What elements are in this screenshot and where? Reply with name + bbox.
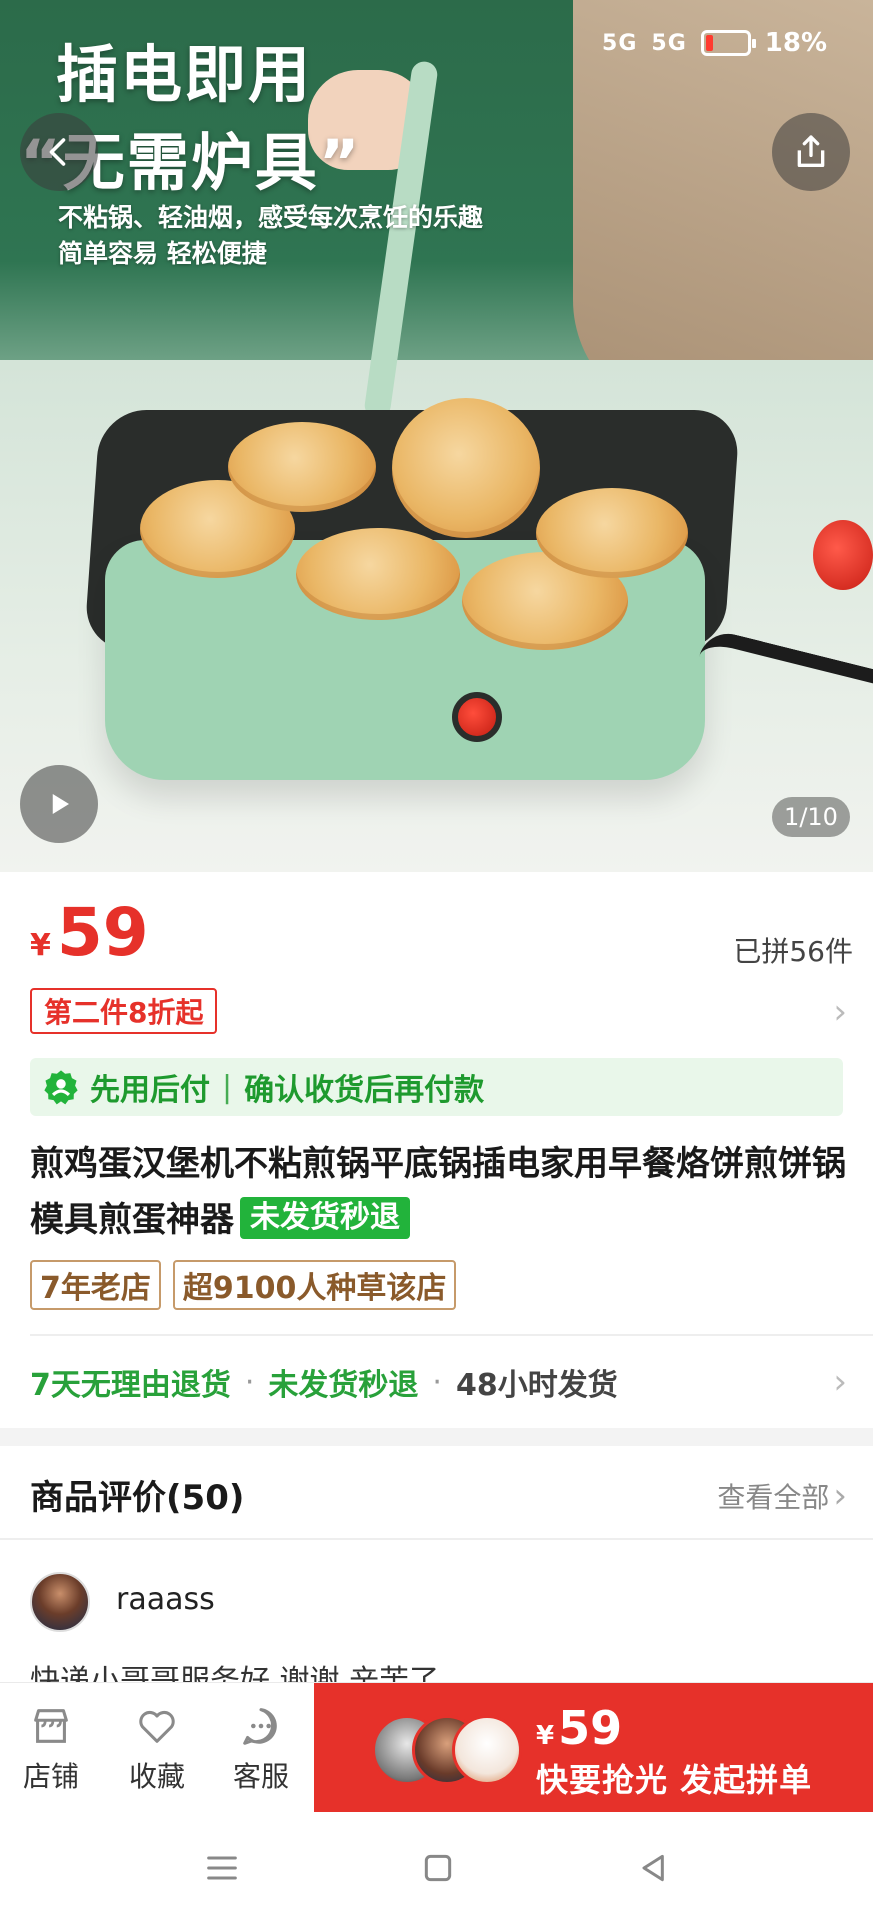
- pay-later-badge-icon: [44, 1070, 78, 1105]
- guarantee-shipping: 48小时发货: [455, 1368, 618, 1403]
- home-icon[interactable]: [418, 1848, 458, 1888]
- system-back-icon[interactable]: [634, 1848, 674, 1888]
- store-icon: [34, 1709, 68, 1743]
- service-guarantees[interactable]: 7天无理由退货 · 未发货秒退 · 48小时发货: [30, 1360, 618, 1404]
- hero-headline: 插电即用: [56, 38, 313, 111]
- title-tag: 未发货秒退: [240, 1197, 410, 1239]
- hero-pancake: [392, 398, 540, 538]
- product-title-text: 煎鸡蛋汉堡机不粘煎锅平底锅插电家用早餐烙饼煎饼锅模具煎蛋神器: [30, 1144, 846, 1240]
- system-navigation-bar: [0, 1812, 873, 1920]
- favorite-tab[interactable]: 收藏: [112, 1703, 202, 1795]
- back-arrow-icon: [49, 138, 66, 166]
- pay-later-label: 先用后付: [90, 1073, 210, 1108]
- store-tab[interactable]: 店铺: [6, 1703, 96, 1795]
- hero-pancake: [536, 488, 688, 578]
- heart-icon: [139, 1711, 175, 1743]
- reviews-heading: 商品评价(50): [30, 1478, 245, 1518]
- buy-currency: ¥: [536, 1721, 555, 1751]
- signal-5g-2: 5G: [651, 30, 687, 56]
- product-image-carousel[interactable]: 插电即用 “无需炉具” 不粘锅、轻油烟，感受每次烹饪的乐趣 简单容易 轻松便捷 …: [0, 0, 873, 872]
- hero-pancake: [228, 422, 376, 512]
- sold-count: 已拼56件: [733, 935, 853, 968]
- buy-cta-label: 快要抢光 发起拼单: [536, 1761, 813, 1799]
- service-label: 客服: [232, 1760, 289, 1793]
- promo-badge[interactable]: 第二件8折起: [30, 988, 218, 1034]
- shop-tags: 7年老店 超9100人种草该店: [30, 1260, 457, 1310]
- battery-icon: [700, 30, 756, 56]
- pan-power-switch: [452, 692, 502, 742]
- store-label: 店铺: [22, 1760, 79, 1793]
- avatar[interactable]: [30, 1572, 90, 1632]
- back-button[interactable]: [20, 113, 98, 191]
- pay-later-detail: 确认收货后再付款: [244, 1073, 485, 1108]
- group-buy-button[interactable]: ¥ 59 快要抢光 发起拼单: [314, 1683, 873, 1813]
- hero-tomato: [813, 520, 873, 590]
- buy-price: ¥ 59: [536, 1701, 622, 1755]
- hero-background-apron: [573, 0, 873, 420]
- separator-dot: ·: [244, 1364, 255, 1400]
- chevron-right-icon[interactable]: ›: [833, 1362, 847, 1402]
- customer-service-tab[interactable]: 客服: [216, 1703, 306, 1795]
- price-currency: ¥: [30, 928, 51, 963]
- review-username: raaass: [116, 1582, 215, 1617]
- divider: [0, 1538, 873, 1540]
- hero-pancake: [296, 528, 460, 620]
- hero-subline-2: 简单容易 轻松便捷: [58, 239, 267, 268]
- separator-dot: ·: [432, 1364, 442, 1400]
- status-bar: 5G 5G 18%: [602, 28, 827, 58]
- share-icon: [797, 135, 825, 167]
- price-amount: 59: [56, 894, 149, 971]
- shop-tag: 超9100人种草该店: [172, 1260, 457, 1310]
- buyer-avatars: [372, 1715, 522, 1785]
- signal-5g-1: 5G: [602, 30, 638, 56]
- section-gap: [0, 1428, 873, 1446]
- image-page-indicator: 1/10: [772, 797, 850, 837]
- chevron-right-icon[interactable]: ›: [833, 992, 847, 1032]
- hero-subline-1: 不粘锅、轻油烟，感受每次烹饪的乐趣: [58, 203, 484, 232]
- chevron-right-icon: ›: [833, 1476, 847, 1516]
- price: ¥ 59: [30, 900, 149, 966]
- pay-later-banner[interactable]: 先用后付 | 确认收货后再付款: [30, 1058, 843, 1116]
- guarantee-refund: 未发货秒退: [268, 1368, 419, 1403]
- chat-bubble-icon: [243, 1708, 277, 1745]
- play-icon: [52, 794, 69, 814]
- product-title: 煎鸡蛋汉堡机不粘煎锅平底锅插电家用早餐烙饼煎饼锅模具煎蛋神器 未发货秒退: [30, 1136, 850, 1248]
- recent-apps-icon[interactable]: [202, 1848, 242, 1888]
- battery-percent: 18%: [764, 28, 827, 58]
- avatar: [452, 1715, 522, 1785]
- view-all-label: 查看全部: [717, 1481, 830, 1514]
- buy-amount: 59: [558, 1701, 623, 1755]
- bottom-action-bar: 店铺 收藏 客服 ¥ 59 快要抢光 发起拼单: [0, 1682, 873, 1813]
- divider: [30, 1334, 873, 1336]
- guarantee-return: 7天无理由退货: [30, 1368, 231, 1403]
- pay-later-separator: |: [222, 1069, 233, 1105]
- view-all-reviews-link[interactable]: 查看全部 ›: [717, 1476, 847, 1516]
- play-video-button[interactable]: [20, 765, 98, 843]
- share-button[interactable]: [772, 113, 850, 191]
- favorite-label: 收藏: [128, 1760, 185, 1793]
- shop-tag: 7年老店: [30, 1260, 161, 1310]
